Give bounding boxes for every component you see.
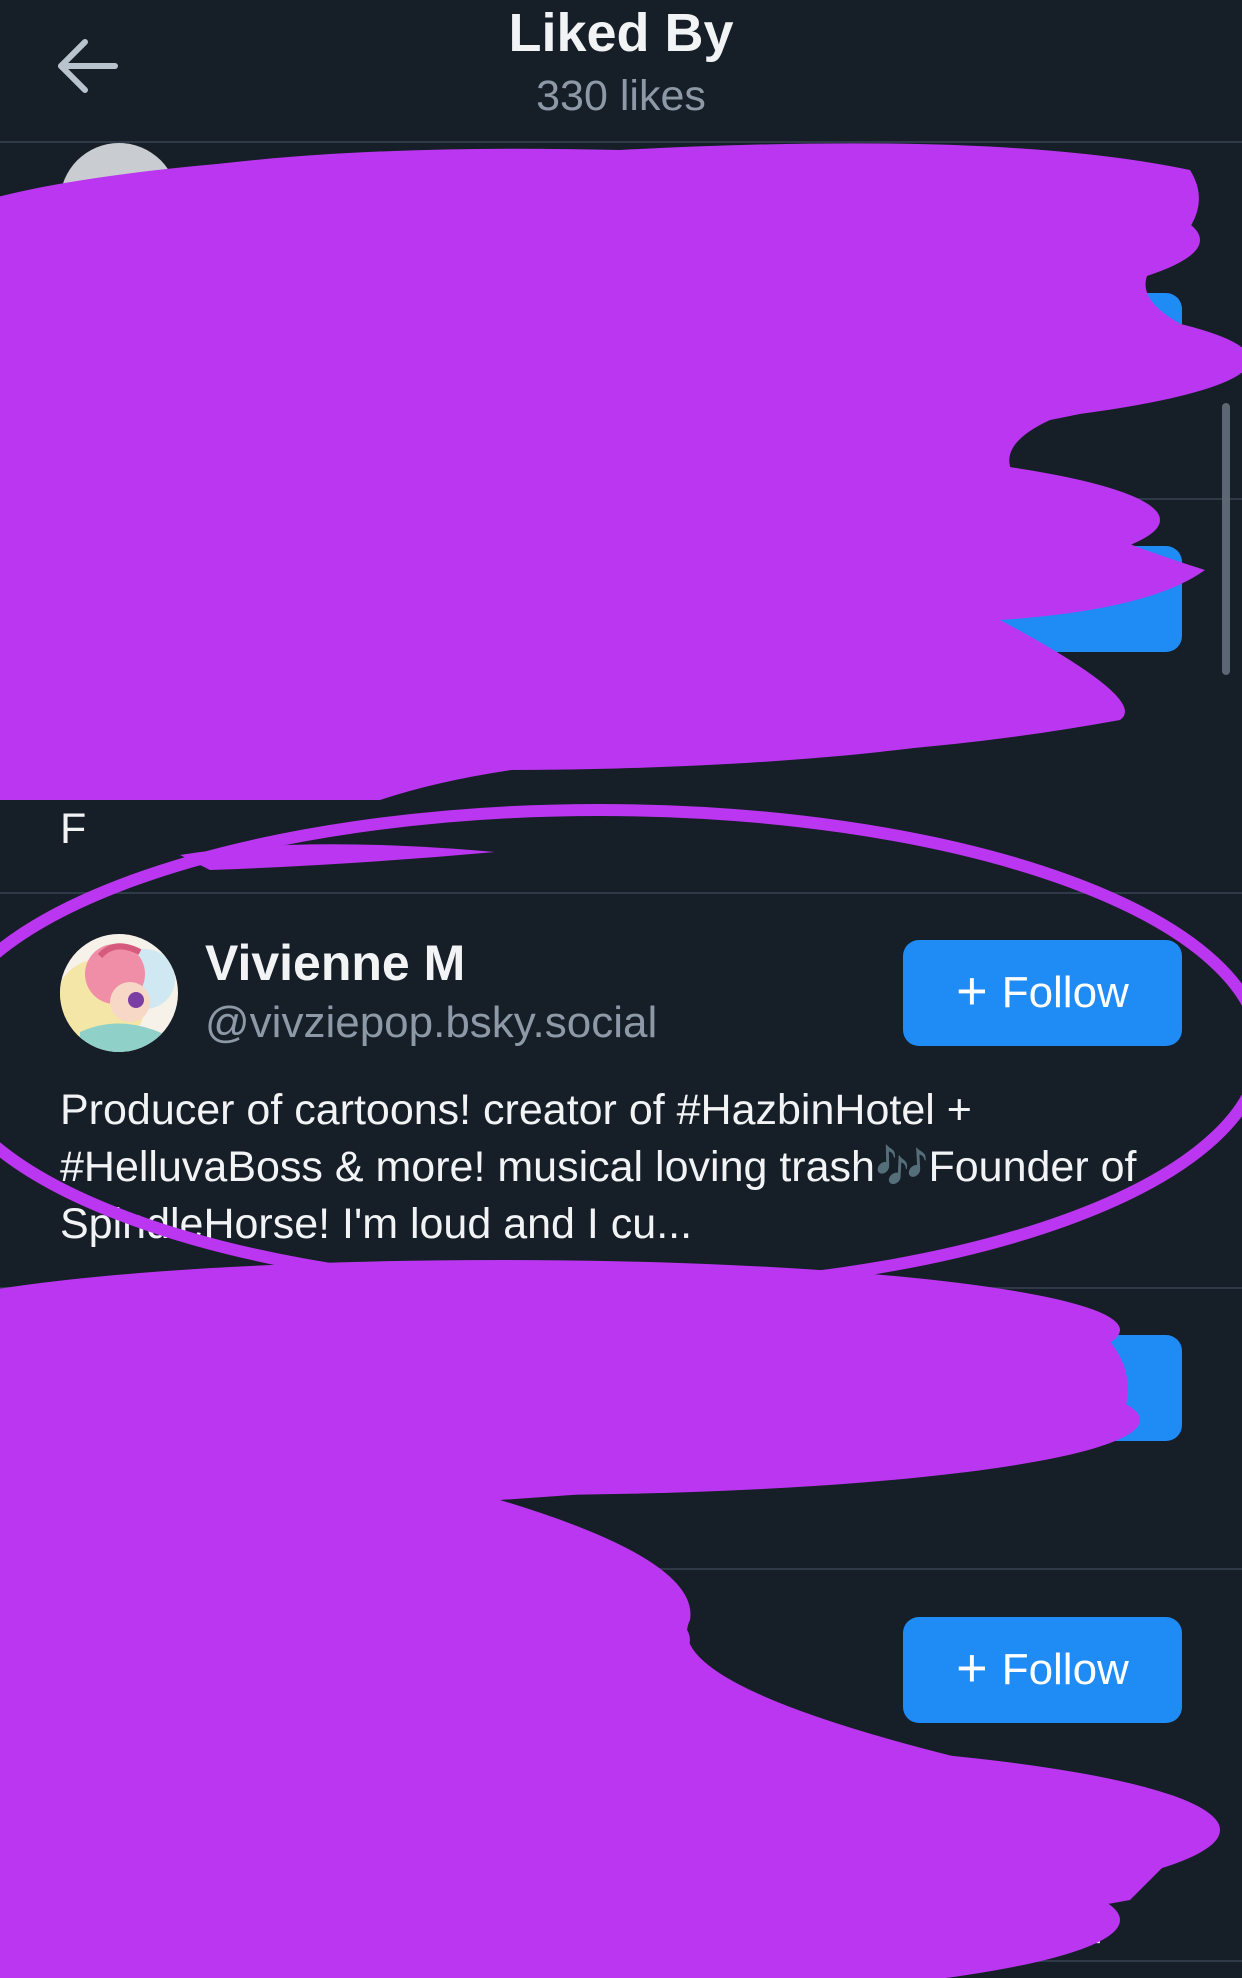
- list-item[interactable]: Vivienne M @vivziepop.bsky.social + Foll…: [0, 894, 1242, 1289]
- page-title: Liked By: [508, 3, 734, 63]
- plus-icon: +: [956, 961, 988, 1021]
- follow-label: Follow: [1001, 968, 1129, 1017]
- follow-label: Follow: [1001, 1645, 1129, 1694]
- list-item[interactable]: w F: [0, 500, 1242, 894]
- follow-button[interactable]: w: [903, 546, 1182, 652]
- follow-button[interactable]: ollow: [903, 1335, 1182, 1441]
- list-item[interactable]: + Follow ou: [0, 1570, 1242, 1962]
- likes-count: 330 likes: [536, 72, 706, 120]
- user-name: Vivienne M: [205, 935, 466, 991]
- follow-button[interactable]: + Follow: [903, 940, 1182, 1046]
- list-item[interactable]: llow to: [0, 143, 1242, 500]
- list-item[interactable]: ollow: [0, 1289, 1242, 1570]
- avatar[interactable]: [60, 143, 178, 261]
- plus-icon: +: [956, 1638, 988, 1698]
- follow-button[interactable]: llow: [903, 293, 1182, 399]
- scrollbar[interactable]: [1222, 403, 1230, 675]
- header: Liked By 330 likes: [0, 0, 1242, 143]
- bio-snippet: ou: [1055, 1905, 1103, 1953]
- follow-button[interactable]: + Follow: [903, 1617, 1182, 1723]
- user-bio: Producer of cartoons! creator of #Hazbin…: [60, 1086, 1137, 1248]
- user-handle: @vivziepop.bsky.social: [205, 998, 658, 1047]
- bio-snippet: F: [60, 805, 87, 853]
- avatar[interactable]: [60, 934, 178, 1052]
- bio-snippet: to: [60, 348, 96, 396]
